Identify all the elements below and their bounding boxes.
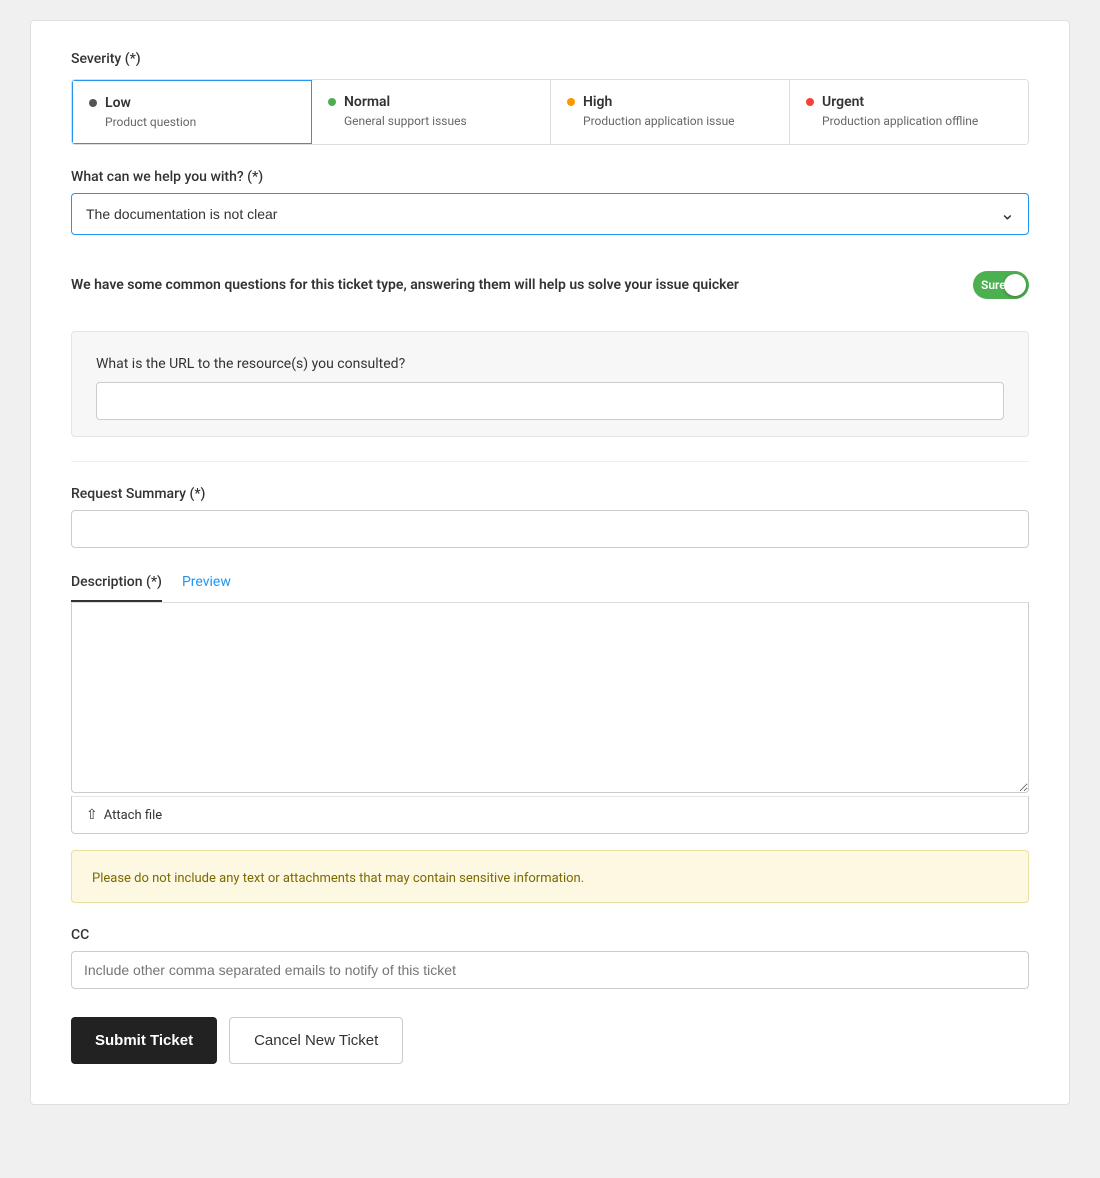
- toggle-thumb: [1004, 274, 1026, 296]
- severity-desc-high: Production application issue: [567, 114, 773, 128]
- severity-option-urgent[interactable]: Urgent Production application offline: [790, 80, 1028, 144]
- common-questions-text: We have some common questions for this t…: [71, 277, 973, 293]
- ticket-form: Severity (*) Low Product question Normal…: [30, 20, 1070, 1105]
- severity-dot-urgent: [806, 98, 814, 106]
- warning-text: Please do not include any text or attach…: [92, 871, 584, 886]
- help-with-section: What can we help you with? (*) The docum…: [71, 169, 1029, 235]
- tab-description[interactable]: Description (*): [71, 568, 162, 602]
- severity-desc-urgent: Production application offline: [806, 114, 1012, 128]
- attach-area: ⇧ Attach file: [71, 796, 1029, 834]
- tab-preview[interactable]: Preview: [182, 568, 231, 602]
- help-with-label: What can we help you with? (*): [71, 169, 1029, 185]
- severity-name-normal: Normal: [344, 94, 390, 110]
- request-summary-input[interactable]: [71, 510, 1029, 548]
- severity-name-urgent: Urgent: [822, 94, 864, 110]
- action-buttons: Submit Ticket Cancel New Ticket: [71, 1017, 1029, 1064]
- severity-dot-normal: [328, 98, 336, 106]
- description-textarea[interactable]: [71, 603, 1029, 793]
- cancel-ticket-button[interactable]: Cancel New Ticket: [229, 1017, 403, 1064]
- severity-desc-normal: General support issues: [328, 114, 534, 128]
- severity-option-low[interactable]: Low Product question: [71, 79, 313, 145]
- common-questions-banner: We have some common questions for this t…: [71, 255, 1029, 315]
- common-questions-toggle[interactable]: Sure!: [973, 271, 1029, 299]
- help-with-wrapper: The documentation is not clear ⌄: [71, 193, 1029, 235]
- severity-options: Low Product question Normal General supp…: [71, 79, 1029, 145]
- cc-input[interactable]: [71, 951, 1029, 989]
- attach-label: Attach file: [104, 808, 162, 823]
- url-input[interactable]: [96, 382, 1004, 420]
- severity-desc-low: Product question: [89, 115, 295, 129]
- common-questions-toggle-container: Sure!: [973, 271, 1029, 299]
- description-tabs: Description (*) Preview: [71, 568, 1029, 603]
- help-with-select[interactable]: The documentation is not clear: [71, 193, 1029, 235]
- severity-option-normal[interactable]: Normal General support issues: [312, 80, 551, 144]
- severity-option-high[interactable]: High Production application issue: [551, 80, 790, 144]
- submit-ticket-button[interactable]: Submit Ticket: [71, 1017, 217, 1064]
- request-summary-section: Request Summary (*): [71, 486, 1029, 568]
- severity-section: Severity (*) Low Product question Normal…: [71, 51, 1029, 145]
- severity-label: Severity (*): [71, 51, 1029, 67]
- attach-icon: ⇧: [86, 807, 98, 823]
- cc-label: CC: [71, 927, 1029, 943]
- common-questions-area: What is the URL to the resource(s) you c…: [71, 331, 1029, 437]
- severity-name-low: Low: [105, 95, 131, 111]
- severity-dot-low: [89, 99, 97, 107]
- severity-name-high: High: [583, 94, 612, 110]
- severity-dot-high: [567, 98, 575, 106]
- attach-file-button[interactable]: ⇧ Attach file: [86, 807, 1014, 823]
- description-section: Description (*) Preview ⇧ Attach file: [71, 568, 1029, 834]
- url-field-label: What is the URL to the resource(s) you c…: [96, 356, 1004, 372]
- warning-banner: Please do not include any text or attach…: [71, 850, 1029, 903]
- section-divider: [71, 461, 1029, 462]
- request-summary-label: Request Summary (*): [71, 486, 1029, 502]
- cc-section: CC: [71, 927, 1029, 1017]
